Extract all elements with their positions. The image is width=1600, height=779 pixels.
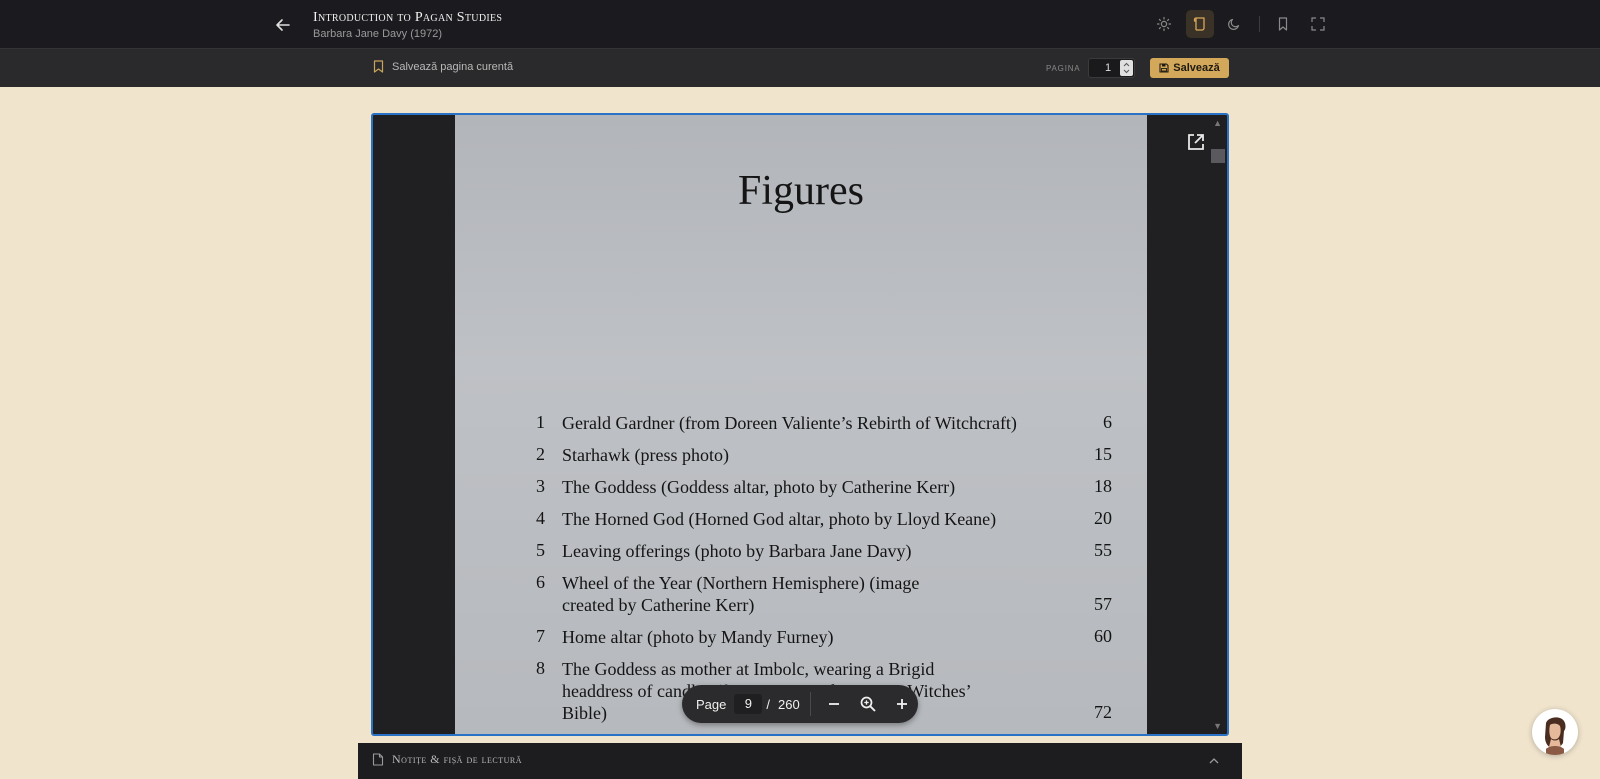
sun-icon[interactable] — [1150, 10, 1178, 38]
floppy-disk-icon — [1159, 63, 1169, 73]
document-page: Figures 1 Gerald Gardner (from Doreen Va… — [455, 115, 1147, 734]
figure-page: 60 — [1094, 626, 1112, 646]
reading-controls-bar: Salvează pagina curentă PAGINA 1 Salveaz… — [0, 48, 1600, 87]
zoom-icon[interactable] — [857, 693, 879, 715]
scroll-icon[interactable] — [1186, 10, 1214, 38]
assistant-avatar[interactable] — [1532, 709, 1578, 755]
figure-number: 6 — [536, 572, 545, 592]
save-button[interactable]: Salvează — [1150, 58, 1229, 78]
document-icon — [372, 753, 384, 766]
book-author: Barbara Jane Davy (1972) — [313, 28, 443, 40]
scrollbar-thumb[interactable] — [1211, 149, 1225, 163]
toolbar-divider — [1259, 16, 1260, 32]
figure-page: 72 — [1094, 702, 1112, 722]
figure-caption: Gerald Gardner (from Doreen Valiente’s R… — [562, 413, 1017, 433]
back-arrow-icon[interactable] — [272, 14, 294, 36]
notes-panel-header[interactable]: Notițe & fișă de lectură — [358, 743, 1242, 779]
figure-caption: Home altar (photo by Mandy Furney) — [562, 627, 834, 647]
figure-number: 5 — [536, 540, 545, 560]
figure-page: 18 — [1094, 476, 1112, 496]
zoom-out-icon[interactable] — [823, 693, 845, 715]
fullscreen-icon[interactable] — [1304, 10, 1332, 38]
page-stepper[interactable] — [1120, 60, 1133, 76]
figure-caption: The Horned God (Horned God altar, photo … — [562, 509, 997, 529]
figure-number: 1 — [536, 412, 545, 432]
scroll-up-icon[interactable]: ▲ — [1213, 118, 1222, 128]
figure-page: 55 — [1094, 540, 1112, 560]
open-external-icon[interactable] — [1185, 131, 1207, 153]
page-navigation-toolbar: Page 9 / 260 — [682, 685, 918, 723]
figure-caption: Starhawk (press photo) — [562, 445, 729, 465]
notes-title: Notițe & fișă de lectură — [392, 752, 522, 766]
save-current-page-label: Salvează pagina curentă — [392, 60, 514, 73]
figure-caption: Wheel of the Year (Northern Hemisphere) … — [562, 573, 920, 615]
figure-page: 15 — [1094, 444, 1112, 464]
figure-number: 2 — [536, 444, 545, 464]
page-label: PAGINA — [1046, 64, 1081, 73]
figure-number: 7 — [536, 626, 545, 646]
figure-number: 3 — [536, 476, 545, 496]
figure-page: 20 — [1094, 508, 1112, 528]
figure-caption: Leaving offerings (photo by Barbara Jane… — [562, 541, 912, 561]
page-heading: Figures — [738, 168, 864, 214]
figure-caption: The Goddess (Goddess altar, photo by Cat… — [562, 477, 956, 497]
figure-page: 6 — [1103, 412, 1112, 432]
total-pages: 260 — [778, 696, 800, 712]
figure-number: 4 — [536, 508, 545, 528]
page-label: Page — [696, 696, 727, 712]
pdf-viewer[interactable]: Figures 1 Gerald Gardner (from Doreen Va… — [371, 113, 1229, 736]
page-separator: / — [766, 696, 770, 712]
save-button-label: Salvează — [1173, 62, 1220, 74]
figure-number: 8 — [536, 658, 545, 678]
current-page-input[interactable]: 9 — [734, 694, 763, 714]
bookmark-icon[interactable] — [1269, 10, 1297, 38]
save-current-page-button[interactable]: Salvează pagina curentă — [373, 60, 513, 73]
bookmark-outline-icon — [373, 60, 384, 73]
scroll-down-icon[interactable]: ▼ — [1213, 721, 1222, 731]
top-bar: Introduction to Pagan Studies Barbara Ja… — [0, 0, 1600, 48]
figure-page: 57 — [1094, 594, 1112, 614]
viewer-scrollbar[interactable] — [1212, 115, 1226, 734]
moon-icon[interactable] — [1220, 10, 1248, 38]
book-title: Introduction to Pagan Studies — [313, 10, 503, 25]
toolbar-divider — [809, 692, 811, 716]
chevron-up-icon[interactable] — [1208, 753, 1220, 771]
zoom-in-icon[interactable] — [891, 693, 913, 715]
